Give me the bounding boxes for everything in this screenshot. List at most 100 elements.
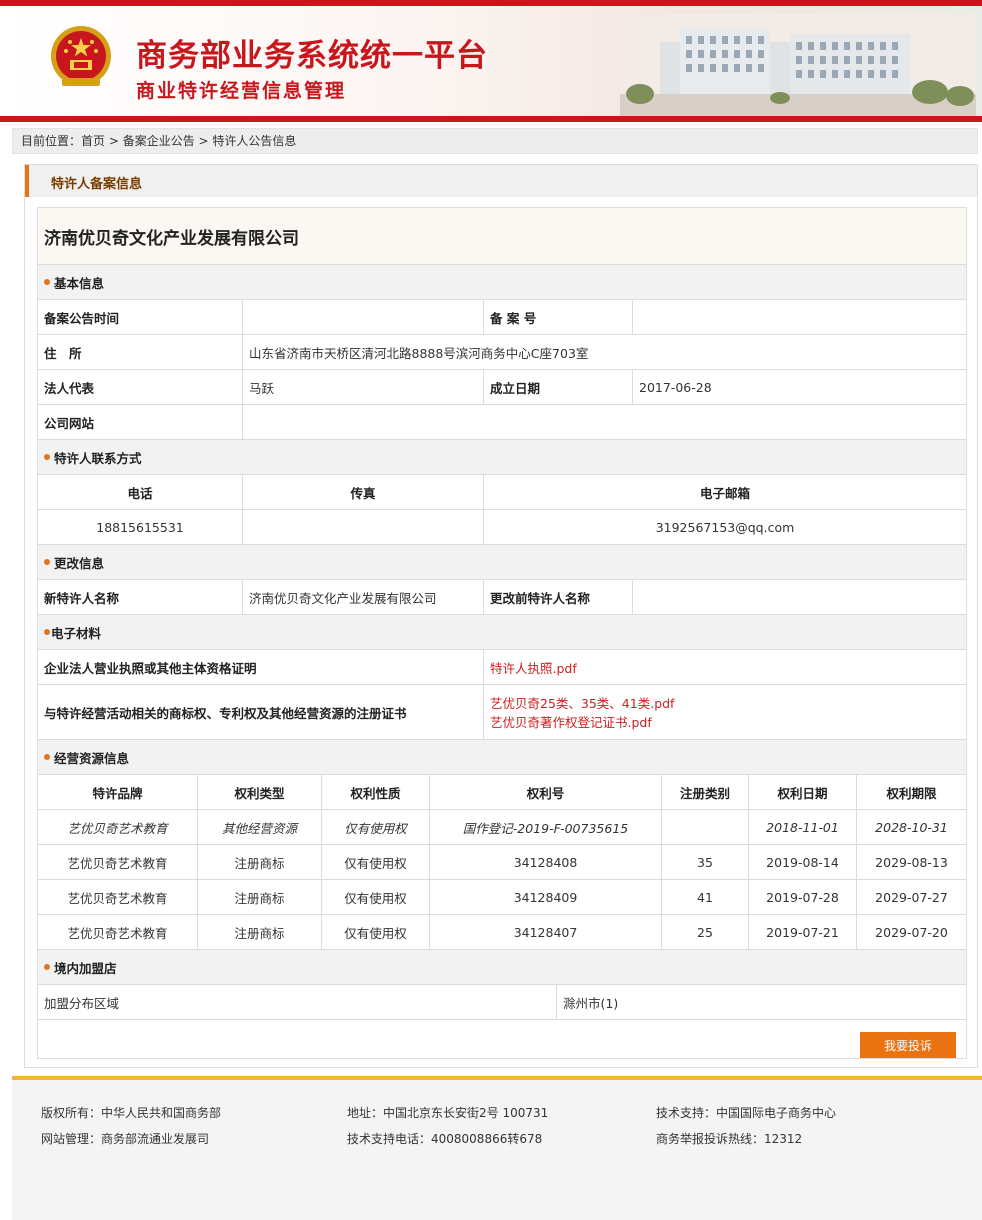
- footer-copyright: 版权所有：中华人民共和国商务部: [41, 1106, 222, 1120]
- header-bottom-rule: [0, 116, 982, 122]
- brand-cell: 艺优贝奇艺术教育: [38, 915, 198, 949]
- resource-row: 艺优贝奇艺术教育 其他经营资源 仅有使用权 国作登记-2019-F-007356…: [38, 810, 966, 845]
- section-title: 境内加盟店: [38, 950, 966, 984]
- right-no-cell: 国作登记-2019-F-00735615: [430, 810, 662, 844]
- right-term-cell: 2029-07-20: [875, 924, 948, 940]
- franchisor-detail-table: 济南优贝奇文化产业发展有限公司 基本信息 备案公告时间 备 案 号 住 所 山东…: [37, 207, 967, 1059]
- resource-row: 艺优贝奇艺术教育 注册商标 仅有使用权 34128408 35 2019-08-…: [38, 845, 966, 880]
- panel-title: 特许人备案信息: [51, 177, 143, 192]
- new-name-label: 新特许人名称: [38, 580, 243, 614]
- license-label: 企业法人营业执照或其他主体资格证明: [38, 650, 484, 684]
- section-basic-info: 基本信息: [38, 265, 966, 300]
- right-term-cell: 2029-08-13: [875, 854, 948, 870]
- section-label: 电子材料: [51, 625, 102, 641]
- license-file-cell: 特许人执照.pdf: [484, 650, 966, 684]
- column-header: 传真: [243, 475, 484, 509]
- footer-address: 地址：中国北京东长安街2号 100731: [347, 1106, 549, 1120]
- old-name-value: [633, 580, 966, 614]
- founded-value: 2017-06-28: [639, 379, 712, 395]
- ministry-building-illustration: [620, 14, 976, 116]
- cert-label: 与特许经营活动相关的商标权、专利权及其他经营资源的注册证书: [38, 685, 484, 739]
- resource-row: 艺优贝奇艺术教育 注册商标 仅有使用权 34128407 25 2019-07-…: [38, 915, 966, 950]
- breadcrumb-prefix: 目前位置：: [21, 134, 82, 148]
- bullet-icon: [44, 559, 50, 565]
- table-row: 备案公告时间 备 案 号: [38, 300, 966, 335]
- fax-value: [243, 510, 484, 544]
- footer-site-management: 网站管理：商务部流通业发展司: [41, 1132, 210, 1146]
- founded-label: 成立日期: [484, 370, 633, 404]
- cert-files-cell: 艺优贝奇25类、35类、41类.pdf 艺优贝奇著作权登记证书.pdf: [484, 685, 966, 739]
- section-label: 更改信息: [54, 555, 105, 571]
- column-header: 权利期限: [886, 785, 937, 801]
- legal-rep-value: 马跃: [243, 370, 484, 404]
- old-name-label: 更改前特许人名称: [484, 580, 633, 614]
- franchisor-panel: 特许人备案信息 济南优贝奇文化产业发展有限公司 基本信息 备案公告时间 备 案 …: [24, 164, 978, 1068]
- section-label: 境内加盟店: [54, 960, 117, 976]
- complain-button[interactable]: 我要投诉: [860, 1032, 956, 1058]
- reg-class-cell: [662, 810, 749, 844]
- license-file-link[interactable]: 特许人执照.pdf: [490, 658, 577, 677]
- breadcrumb-separator: >: [105, 134, 123, 148]
- right-type-cell: 注册商标: [198, 880, 322, 914]
- bullet-icon: [44, 629, 50, 635]
- table-row: 法人代表 马跃 成立日期 2017-06-28: [38, 370, 966, 405]
- bullet-icon: [44, 279, 50, 285]
- right-no-cell: 34128408: [430, 845, 662, 879]
- cert-file-link[interactable]: 艺优贝奇25类、35类、41类.pdf: [490, 693, 674, 712]
- store-area-label: 加盟分布区域: [38, 985, 557, 1019]
- table-row: 新特许人名称 济南优贝奇文化产业发展有限公司 更改前特许人名称: [38, 580, 966, 615]
- reg-class-cell: 25: [662, 915, 749, 949]
- section-label: 特许人联系方式: [54, 450, 142, 466]
- phone-value: 18815615531: [38, 510, 243, 544]
- record-no-value: [633, 300, 966, 334]
- breadcrumb-home-link[interactable]: 首页: [81, 134, 105, 148]
- right-term-cell: 2028-10-31: [875, 819, 948, 835]
- section-title: 基本信息: [38, 265, 966, 299]
- announce-time-value: [243, 300, 484, 334]
- reg-class-cell: 41: [662, 880, 749, 914]
- right-date-cell: 2019-07-28: [749, 880, 857, 914]
- brand-cell: 艺优贝奇艺术教育: [38, 810, 198, 844]
- table-row: 加盟分布区域 滁州市(1): [38, 985, 966, 1020]
- right-type-cell: 注册商标: [198, 845, 322, 879]
- resources-header-row: 特许品牌 权利类型 权利性质 权利号 注册类别 权利日期 权利期限: [38, 775, 966, 810]
- right-nature-cell: 仅有使用权: [322, 810, 430, 844]
- footer-support-phone: 技术支持电话：4008008866转678: [347, 1132, 543, 1146]
- breadcrumb: 目前位置：首页 > 备案企业公告 > 特许人公告信息: [12, 128, 978, 154]
- breadcrumb-enterprise-link[interactable]: 备案企业公告: [123, 134, 195, 148]
- section-title: 更改信息: [38, 545, 966, 579]
- new-name-value: 济南优贝奇文化产业发展有限公司: [243, 580, 484, 614]
- table-row: 公司网站: [38, 405, 966, 440]
- contact-value-row: 18815615531 3192567153@qq.com: [38, 510, 966, 545]
- right-nature-cell: 仅有使用权: [322, 845, 430, 879]
- column-header: 注册类别: [662, 775, 749, 809]
- resource-row: 艺优贝奇艺术教育 注册商标 仅有使用权 34128409 41 2019-07-…: [38, 880, 966, 915]
- bullet-icon: [44, 754, 50, 760]
- cert-file-link[interactable]: 艺优贝奇著作权登记证书.pdf: [490, 712, 652, 731]
- section-contact: 特许人联系方式: [38, 440, 966, 475]
- right-date-cell: 2019-08-14: [749, 845, 857, 879]
- right-type-cell: 其他经营资源: [198, 810, 322, 844]
- announce-time-label: 备案公告时间: [38, 300, 243, 334]
- address-value: 山东省济南市天桥区清河北路8888号滨河商务中心C座703室: [249, 345, 589, 361]
- right-nature-cell: 仅有使用权: [322, 880, 430, 914]
- breadcrumb-current: 特许人公告信息: [212, 134, 297, 148]
- site-title: 商务部业务系统统一平台: [136, 38, 488, 74]
- brand-cell: 艺优贝奇艺术教育: [38, 845, 198, 879]
- right-nature-cell: 仅有使用权: [322, 915, 430, 949]
- reg-class-cell: 35: [662, 845, 749, 879]
- right-type-cell: 注册商标: [198, 915, 322, 949]
- section-title: 电子材料: [38, 615, 966, 649]
- bullet-icon: [44, 454, 50, 460]
- column-header: 电子邮箱: [699, 485, 750, 501]
- website-value: [243, 405, 966, 439]
- table-row: 企业法人营业执照或其他主体资格证明 特许人执照.pdf: [38, 650, 966, 685]
- column-header: 权利类型: [198, 775, 322, 809]
- right-term-cell: 2029-07-27: [875, 889, 948, 905]
- brand-cell: 艺优贝奇艺术教育: [38, 880, 198, 914]
- column-header: 权利日期: [749, 775, 857, 809]
- right-date-cell: 2019-07-21: [749, 915, 857, 949]
- record-no-label: 备 案 号: [484, 300, 633, 334]
- company-name-row: 济南优贝奇文化产业发展有限公司: [38, 208, 966, 265]
- site-header: 商务部业务系统统一平台 商业特许经营信息管理: [0, 0, 982, 122]
